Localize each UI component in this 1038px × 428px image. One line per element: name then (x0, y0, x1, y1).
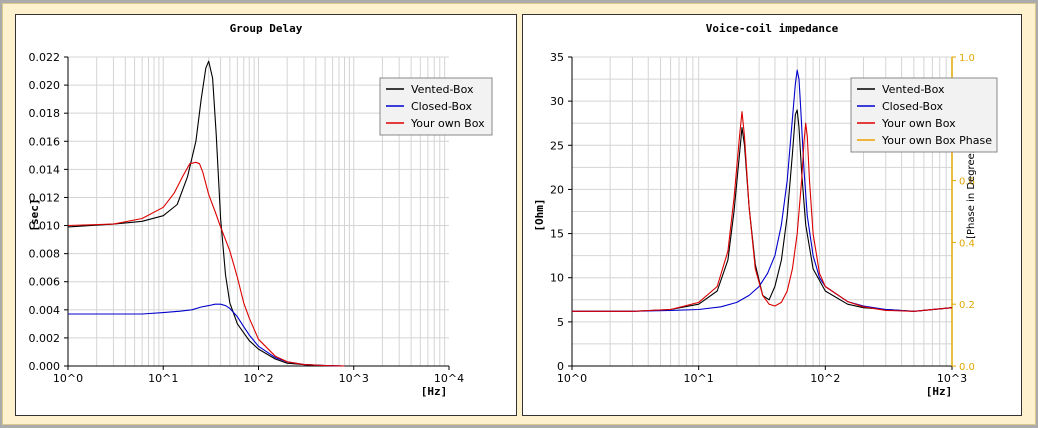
x-tick-label: 10^1 (148, 372, 178, 385)
x-axis-label: [Hz] (926, 385, 953, 398)
phase-tick-label: 0.0 (959, 362, 975, 373)
impedance-chart: 0510152025303510^0 10^1 10^2 10^3[Hz][Ohm]0… (533, 51, 998, 398)
y-tick-label: 15 (550, 228, 564, 241)
group-delay-chart: 0.0000.0020.0040.0060.0080.0100.0120.014… (28, 51, 493, 398)
y-tick-label: 10 (550, 272, 564, 285)
y-tick-label: 20 (550, 183, 564, 196)
x-tick-label: 10^3 (339, 372, 369, 385)
y-tick-label: 35 (550, 51, 564, 64)
y-tick-label: 0.020 (29, 79, 61, 92)
y-tick-label: 0.016 (29, 135, 61, 148)
legend-label: Vented-Box (882, 83, 945, 96)
legend-label: Vented-Box (411, 83, 474, 96)
group-delay-panel: Group Delay 0.000 0.002 0.004 0.006 0.008 0.0… (15, 14, 517, 416)
series-line-your-own-box (67, 161, 345, 367)
app-background: Group Delay 0.000 0.002 0.004 0.006 0.008 0.0… (2, 3, 1036, 425)
y-tick-label: 0.004 (29, 304, 61, 317)
x-tick-label: 10^3 (937, 372, 967, 385)
x-tick-label: 10^1 (684, 372, 714, 385)
y-tick-label: 30 (550, 95, 564, 108)
phase-axis-label: [Phase in Degrees] (966, 144, 977, 239)
y-tick-label: 25 (550, 139, 564, 152)
impedance-panel: Voice-coil impedance 0 5 10 15 20 25 30 35 10^0 1… (522, 14, 1022, 416)
y-tick-label: 5 (557, 316, 564, 329)
x-axis-label: [Hz] (421, 385, 448, 398)
legend: Vented-Box Closed-Box Your own Box Your own… (850, 77, 998, 153)
phase-tick-label: 0.2 (959, 300, 975, 311)
phase-tick-label: 0.4 (959, 238, 975, 249)
x-tick-label: 10^0 (557, 372, 587, 385)
x-tick-label: 10^0 (53, 372, 83, 385)
legend-label: Your own Box Phase (881, 134, 992, 147)
y-tick-label: 0.006 (29, 276, 61, 289)
y-tick-label: 0.022 (29, 51, 61, 64)
y-tick-label: 0.002 (29, 332, 61, 345)
y-tick-label: 0.014 (29, 163, 61, 176)
legend-label: Your own Box (410, 117, 485, 130)
series-line-closed-box (68, 303, 345, 367)
x-tick-label: 10^2 (810, 372, 840, 385)
y-axis-label: [Ohm] (533, 198, 546, 231)
legend: Vented-Box Closed-Box Your own Box (379, 77, 493, 136)
series-line-vented-box (67, 60, 345, 367)
x-tick-label: 10^4 (434, 372, 464, 385)
legend-label: Closed-Box (882, 100, 943, 113)
x-tick-label: 10^2 (243, 372, 273, 385)
y-tick-label: 0.018 (29, 107, 61, 120)
y-axis-label: [sec] (28, 198, 41, 231)
legend-label: Your own Box (881, 117, 956, 130)
phase-tick-label: 1.0 (959, 53, 975, 64)
y-tick-label: 0.008 (29, 248, 61, 261)
legend-label: Closed-Box (411, 100, 472, 113)
